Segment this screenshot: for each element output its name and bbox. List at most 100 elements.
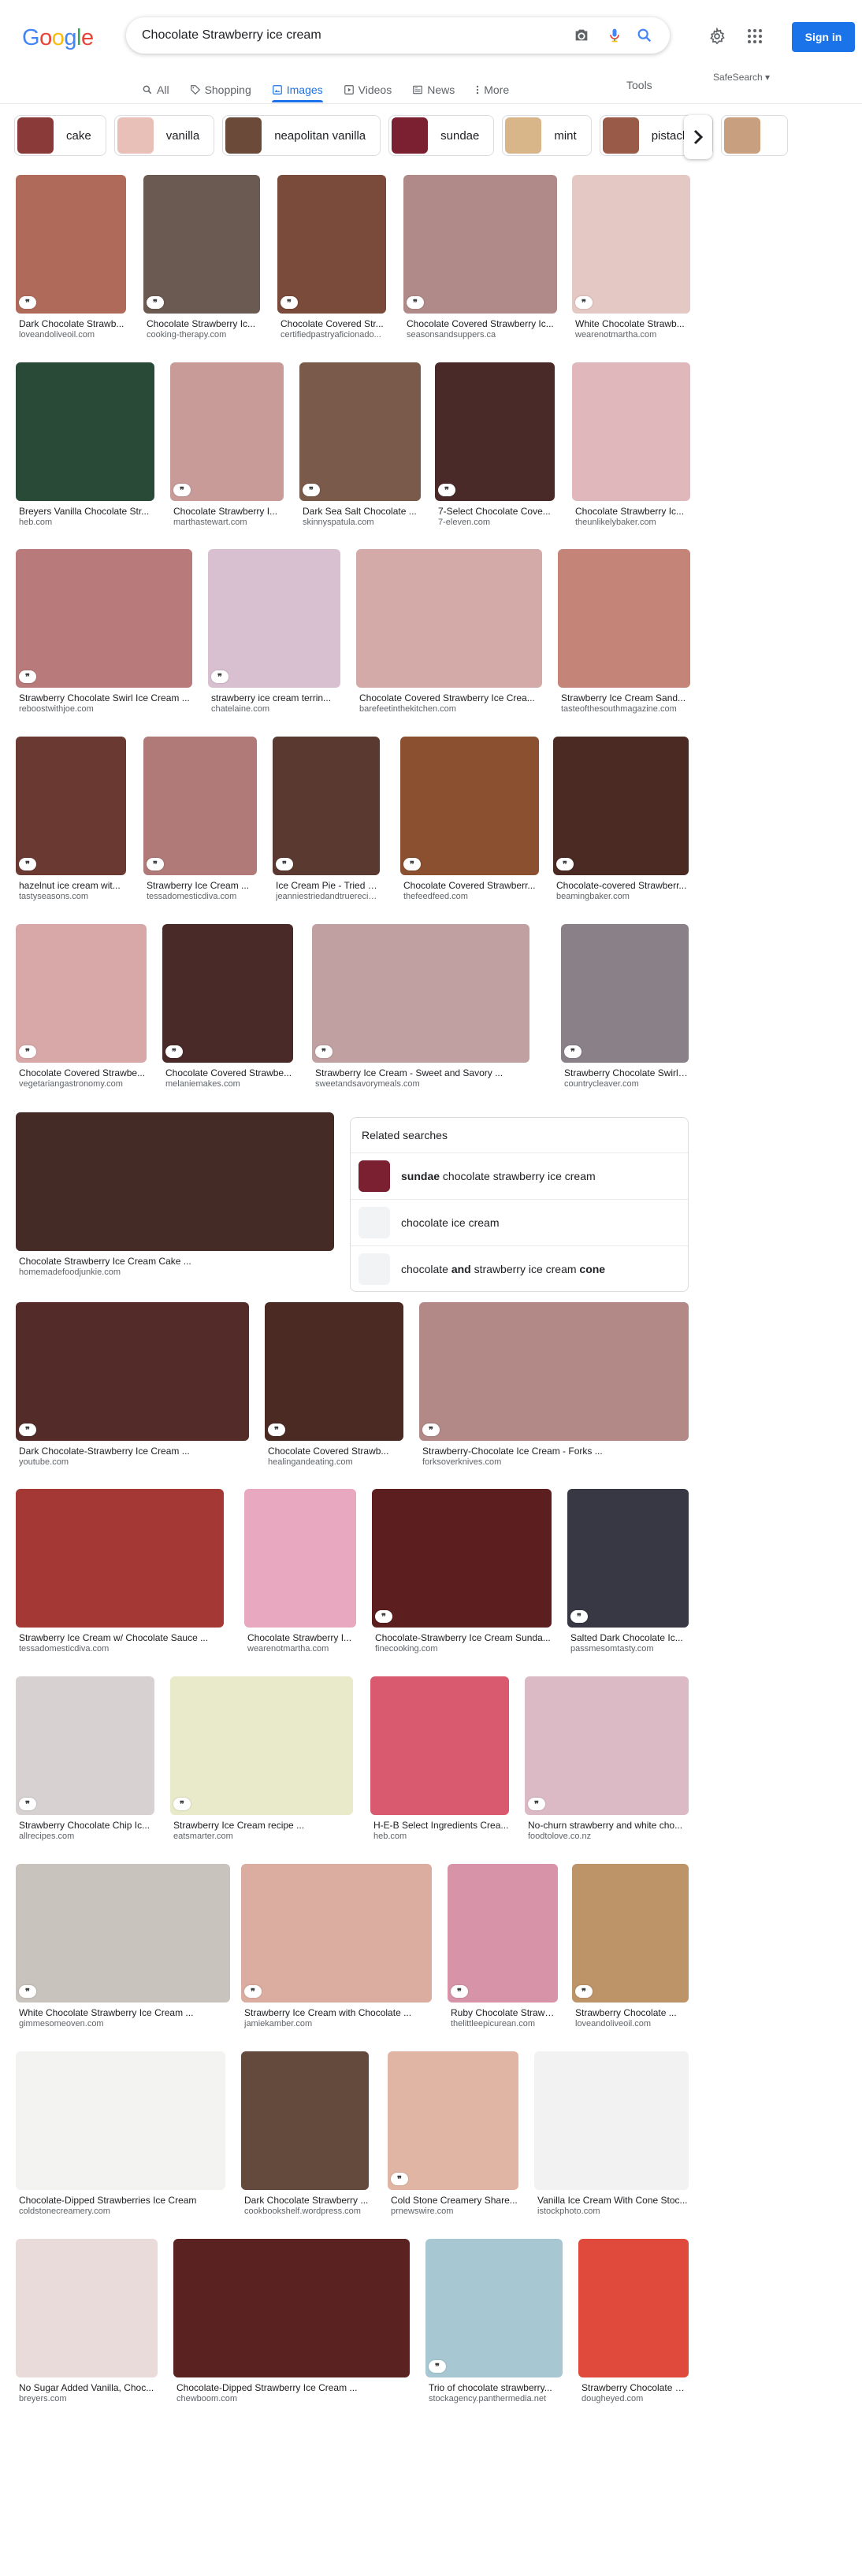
image-thumbnail[interactable] (425, 2239, 563, 2377)
image-title[interactable]: Chocolate Strawberry Ice Cream Cake ... (19, 1256, 334, 1267)
image-title[interactable]: Strawberry Chocolate Swirl Ice Cream ... (19, 692, 192, 703)
image-thumbnail[interactable] (16, 2239, 158, 2377)
image-source[interactable]: coldstonecreamery.com (19, 2207, 225, 2216)
image-thumbnail[interactable] (356, 549, 542, 688)
image-thumbnail[interactable] (448, 1864, 558, 2003)
image-result[interactable]: ❞ Trio of chocolate strawberry... stockage… (425, 2239, 563, 2404)
image-result[interactable]: Chocolate Covered Strawberry Ice Crea...… (356, 549, 542, 715)
image-thumbnail[interactable] (16, 549, 192, 688)
image-source[interactable]: healingandeating.com (268, 1457, 403, 1467)
image-title[interactable]: 7-Select Chocolate Cove... (438, 506, 555, 517)
image-thumbnail[interactable] (558, 549, 690, 688)
image-thumbnail[interactable] (170, 362, 284, 501)
image-result[interactable]: Strawberry Ice Cream w/ Chocolate Sauce … (16, 1489, 224, 1654)
image-title[interactable]: Chocolate Strawberry I... (247, 1632, 356, 1643)
image-result[interactable]: ❞ Chocolate Strawberry I... marthastewart.… (170, 362, 284, 528)
image-result[interactable]: ❞ Strawberry Ice Cream ... tessadomesticdi… (143, 737, 257, 902)
image-title[interactable]: Breyers Vanilla Chocolate Str... (19, 506, 154, 517)
image-source[interactable]: marthastewart.com (173, 518, 284, 527)
image-title[interactable]: Strawberry Ice Cream with Chocolate ... (244, 2007, 432, 2018)
image-source[interactable]: passmesomtasty.com (570, 1644, 689, 1654)
image-result[interactable]: ❞ Strawberry Chocolate Chip Ic... allrecip… (16, 1676, 154, 1842)
image-result[interactable]: ❞ Strawberry Chocolate Swirl ... countrycl… (561, 924, 689, 1089)
image-thumbnail[interactable] (273, 737, 380, 875)
image-title[interactable]: Chocolate-Dipped Strawberries Ice Cream (19, 2195, 225, 2206)
image-thumbnail[interactable] (162, 924, 293, 1063)
image-title[interactable]: Strawberry-Chocolate Ice Cream - Forks .… (422, 1446, 689, 1457)
image-result[interactable]: ❞ Chocolate Covered Strawbe... vegetariang… (16, 924, 147, 1089)
image-thumbnail[interactable] (572, 362, 690, 501)
image-result[interactable]: ❞ Ruby Chocolate Strawb... thelittleepicur… (448, 1864, 558, 2029)
image-title[interactable]: Ice Cream Pie - Tried a... (276, 880, 380, 891)
image-title[interactable]: Chocolate Covered Strawberry Ic... (407, 318, 557, 329)
image-thumbnail[interactable] (403, 175, 557, 314)
image-result[interactable]: ❞ Ice Cream Pie - Tried a... jeanniestried… (273, 737, 380, 902)
image-thumbnail[interactable] (173, 2239, 410, 2377)
image-source[interactable]: tessadomesticdiva.com (19, 1644, 224, 1654)
image-source[interactable]: homemadefoodjunkie.com (19, 1268, 334, 1277)
image-result[interactable]: Chocolate-Dipped Strawberry Ice Cream ..… (173, 2239, 410, 2404)
image-thumbnail[interactable] (388, 2051, 518, 2190)
image-result[interactable]: Breyers Vanilla Chocolate Str... heb.com (16, 362, 154, 528)
image-source[interactable]: stockagency.panthermedia.net (429, 2394, 563, 2403)
image-thumbnail[interactable] (16, 1302, 249, 1441)
related-search-item[interactable]: chocolate and strawberry ice cream cone (351, 1245, 688, 1291)
image-thumbnail[interactable] (16, 175, 126, 314)
image-title[interactable]: H-E-B Select Ingredients Crea... (373, 1820, 509, 1831)
image-thumbnail[interactable] (208, 549, 340, 688)
image-title[interactable]: Chocolate Covered Strawberr... (403, 880, 539, 891)
image-result[interactable]: No Sugar Added Vanilla, Choc... breyers.c… (16, 2239, 158, 2404)
image-source[interactable]: loveandoliveoil.com (575, 2019, 689, 2029)
image-result[interactable]: ❞ Strawberry Ice Cream - Sweet and Savory… (312, 924, 529, 1089)
image-thumbnail[interactable] (578, 2239, 689, 2377)
image-title[interactable]: White Chocolate Strawberry Ice Cream ... (19, 2007, 230, 2018)
image-title[interactable]: Strawberry Chocolate C... (581, 2382, 689, 2393)
image-title[interactable]: Dark Sea Salt Chocolate ... (303, 506, 421, 517)
image-thumbnail[interactable] (16, 737, 126, 875)
image-thumbnail[interactable] (553, 737, 689, 875)
image-source[interactable]: dougheyed.com (581, 2394, 689, 2403)
image-title[interactable]: Vanilla Ice Cream With Cone Stoc... (537, 2195, 689, 2206)
image-source[interactable]: eatsmarter.com (173, 1832, 353, 1841)
image-result[interactable]: Vanilla Ice Cream With Cone Stoc... istoc… (534, 2051, 689, 2217)
image-title[interactable]: Chocolate Strawberry Ic... (575, 506, 690, 517)
image-title[interactable]: Chocolate Covered Strawb... (268, 1446, 403, 1457)
image-result[interactable]: ❞ strawberry ice cream terrin... chatelain… (208, 549, 340, 715)
image-title[interactable]: Chocolate Covered Strawbe... (19, 1067, 147, 1078)
image-result[interactable]: ❞ Salted Dark Chocolate Ic... passmesomtas… (567, 1489, 689, 1654)
image-thumbnail[interactable] (170, 1676, 353, 1815)
image-title[interactable]: No Sugar Added Vanilla, Choc... (19, 2382, 158, 2393)
image-thumbnail[interactable] (277, 175, 386, 314)
image-source[interactable]: chatelaine.com (211, 704, 340, 714)
image-source[interactable]: breyers.com (19, 2394, 158, 2403)
image-result[interactable]: ❞ No-churn strawberry and white cho... foo… (525, 1676, 689, 1842)
image-thumbnail[interactable] (299, 362, 421, 501)
image-source[interactable]: melaniemakes.com (165, 1079, 293, 1089)
image-title[interactable]: Trio of chocolate strawberry... (429, 2382, 563, 2393)
image-thumbnail[interactable] (241, 2051, 369, 2190)
image-result[interactable]: ❞ Strawberry Chocolate ... loveandoliveoil… (572, 1864, 689, 2029)
image-source[interactable]: prnewswire.com (391, 2207, 518, 2216)
image-thumbnail[interactable] (143, 175, 260, 314)
image-thumbnail[interactable] (244, 1489, 356, 1628)
image-result[interactable]: ❞ Chocolate Covered Strawbe... melaniemake… (162, 924, 293, 1089)
image-result[interactable]: ❞ Chocolate Strawberry Ic... cooking-thera… (143, 175, 260, 340)
image-result[interactable]: ❞ White Chocolate Strawb... wearenotmartha… (572, 175, 690, 340)
image-source[interactable]: cookbookshelf.wordpress.com (244, 2207, 369, 2216)
image-thumbnail[interactable] (16, 2051, 225, 2190)
image-thumbnail[interactable] (567, 1489, 689, 1628)
image-source[interactable]: heb.com (373, 1832, 509, 1841)
image-source[interactable]: forksoverknives.com (422, 1457, 689, 1467)
image-title[interactable]: White Chocolate Strawb... (575, 318, 690, 329)
image-title[interactable]: hazelnut ice cream wit... (19, 880, 126, 891)
image-thumbnail[interactable] (265, 1302, 403, 1441)
image-title[interactable]: Strawberry Chocolate Chip Ic... (19, 1820, 154, 1831)
image-source[interactable]: chewboom.com (176, 2394, 410, 2403)
image-title[interactable]: Chocolate Covered Str... (281, 318, 386, 329)
image-source[interactable]: cooking-therapy.com (147, 330, 260, 340)
image-source[interactable]: sweetandsavorymeals.com (315, 1079, 529, 1089)
image-result[interactable]: Chocolate Strawberry I... wearenotmartha.… (244, 1489, 356, 1654)
image-source[interactable]: istockphoto.com (537, 2207, 689, 2216)
image-thumbnail[interactable] (372, 1489, 552, 1628)
image-result[interactable]: ❞ Cold Stone Creamery Share... prnewswire.… (388, 2051, 518, 2217)
